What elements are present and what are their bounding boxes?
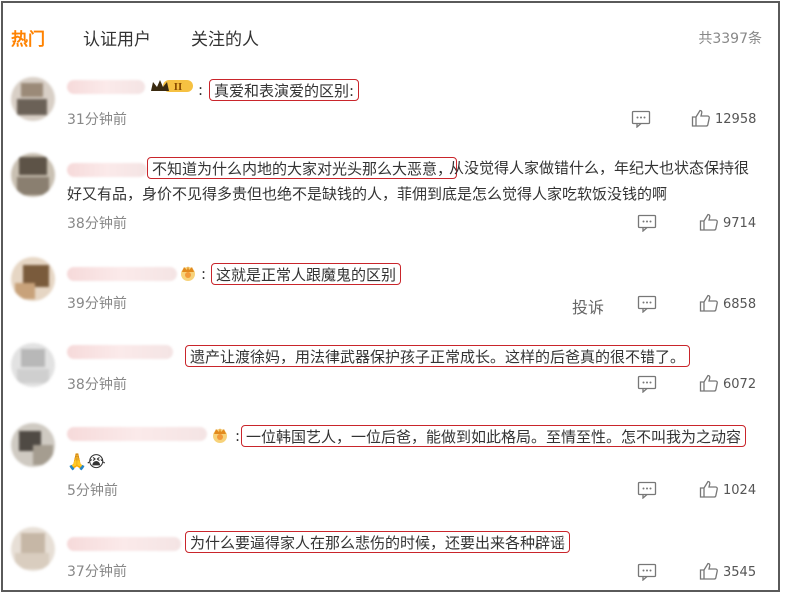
crown-icon bbox=[179, 264, 197, 285]
avatar[interactable] bbox=[11, 153, 55, 197]
reply-icon[interactable] bbox=[637, 375, 657, 394]
tab-verified-users[interactable]: 认证用户 bbox=[83, 25, 151, 50]
comment-panel: 热门 认证用户 关注的人 共3397条 II : 真爱和表演爱的区别: 31分钟… bbox=[1, 1, 780, 592]
username[interactable] bbox=[67, 537, 181, 551]
username[interactable] bbox=[67, 427, 207, 441]
comment-text: 一位韩国艺人，一位后爸，能做到如此格局。至情至性。怎不叫我为之动容 bbox=[241, 425, 747, 447]
comment-total-count: 共3397条 bbox=[698, 31, 762, 47]
comment-tabs: 热门 认证用户 关注的人 共3397条 bbox=[3, 3, 778, 65]
comment-text: 这就是正常人跟魔鬼的区别 bbox=[211, 263, 402, 285]
comment-text-highlight: 不知道为什么内地的大家对光头那么大恶意， bbox=[147, 157, 458, 179]
like-icon[interactable] bbox=[699, 213, 719, 231]
comment-time: 31分钟前 bbox=[67, 112, 127, 128]
emoji-pray-cry: 🙏😭 bbox=[67, 452, 106, 471]
svg-text:II: II bbox=[174, 83, 182, 93]
like-count: 12958 bbox=[715, 112, 757, 127]
comment-text: 遗产让渡徐妈，用法律武器保护孩子正常成长。这样的后爸真的很不错了。 bbox=[185, 345, 691, 367]
like-icon[interactable] bbox=[699, 374, 719, 392]
reply-icon[interactable] bbox=[637, 563, 657, 582]
like-count: 3545 bbox=[723, 565, 757, 580]
like-count: 6858 bbox=[723, 297, 757, 312]
like-count: 6072 bbox=[723, 377, 757, 392]
tab-following[interactable]: 关注的人 bbox=[191, 25, 259, 50]
comment-text: 真爱和表演爱的区别: bbox=[209, 79, 360, 101]
username[interactable] bbox=[67, 267, 177, 281]
comment-time: 5分钟前 bbox=[67, 483, 118, 499]
avatar[interactable] bbox=[11, 77, 55, 121]
reply-icon[interactable] bbox=[631, 110, 651, 129]
username[interactable] bbox=[67, 345, 173, 359]
username[interactable] bbox=[67, 163, 147, 177]
comment-text: 为什么要逼得家人在那么悲伤的时候，还要出来各种辟谣 bbox=[185, 531, 571, 553]
crown-II-icon: II bbox=[149, 77, 195, 98]
tab-hot[interactable]: 热门 bbox=[11, 25, 45, 50]
username[interactable] bbox=[67, 80, 145, 94]
comment-text-line2: 好又有品，身价不见得多贵但也绝不是缺钱的人，菲佣到底是怎么觉得人家吃软饭没钱的啊 bbox=[67, 185, 668, 203]
reply-icon[interactable] bbox=[637, 214, 657, 233]
comment-time: 39分钟前 bbox=[67, 296, 127, 312]
report-button[interactable]: 投诉 bbox=[572, 294, 604, 318]
avatar[interactable] bbox=[11, 423, 55, 467]
avatar[interactable] bbox=[11, 527, 55, 571]
comment-time: 38分钟前 bbox=[67, 377, 127, 393]
reply-icon[interactable] bbox=[637, 295, 657, 314]
like-icon[interactable] bbox=[699, 294, 719, 312]
like-icon[interactable] bbox=[691, 109, 711, 127]
like-count: 9714 bbox=[723, 216, 757, 231]
reply-icon[interactable] bbox=[637, 481, 657, 500]
comment-time: 38分钟前 bbox=[67, 216, 127, 232]
comment-text: 从没觉得人家做错什么，年纪大也状态保持很 bbox=[449, 159, 750, 177]
avatar[interactable] bbox=[11, 343, 55, 387]
crown-icon bbox=[211, 426, 229, 447]
comment-time: 37分钟前 bbox=[67, 564, 127, 580]
like-icon[interactable] bbox=[699, 562, 719, 580]
avatar[interactable] bbox=[11, 257, 55, 301]
like-count: 1024 bbox=[723, 483, 757, 498]
like-icon[interactable] bbox=[699, 480, 719, 498]
